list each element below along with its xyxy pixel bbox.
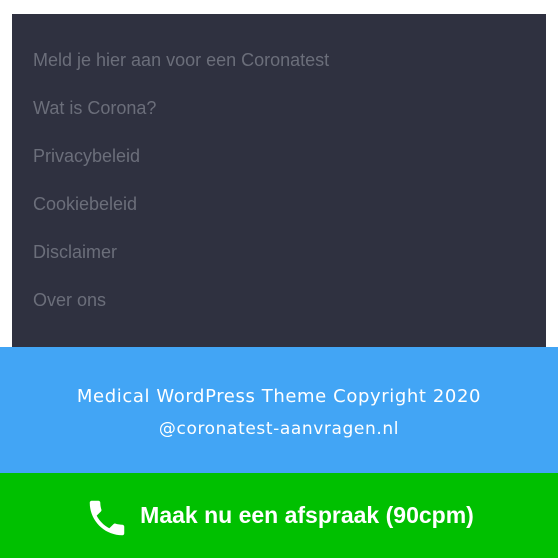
footer-link-what-is-corona[interactable]: Wat is Corona?	[33, 96, 546, 144]
phone-icon	[84, 495, 130, 541]
footer-links-menu: Meld je hier aan voor een Coronatest Wat…	[12, 14, 546, 347]
footer-link-about-us[interactable]: Over ons	[33, 288, 546, 336]
site-domain-text: @coronatest-aanvragen.nl	[158, 419, 400, 439]
page: Meld je hier aan voor een Coronatest Wat…	[0, 0, 558, 558]
copyright-bar: Medical WordPress Theme Copyright 2020 @…	[0, 347, 558, 473]
book-appointment-call-button[interactable]: Maak nu een afspraak (90cpm)	[0, 473, 558, 558]
footer-link-privacy-policy[interactable]: Privacybeleid	[33, 144, 546, 192]
copyright-text: Medical WordPress Theme Copyright 2020	[76, 386, 482, 407]
book-appointment-label: Maak nu een afspraak (90cpm)	[140, 502, 474, 528]
footer-link-disclaimer[interactable]: Disclaimer	[33, 240, 546, 288]
footer-link-cookie-policy[interactable]: Cookiebeleid	[33, 192, 546, 240]
footer-link-coronatest-signup[interactable]: Meld je hier aan voor een Coronatest	[33, 48, 546, 96]
